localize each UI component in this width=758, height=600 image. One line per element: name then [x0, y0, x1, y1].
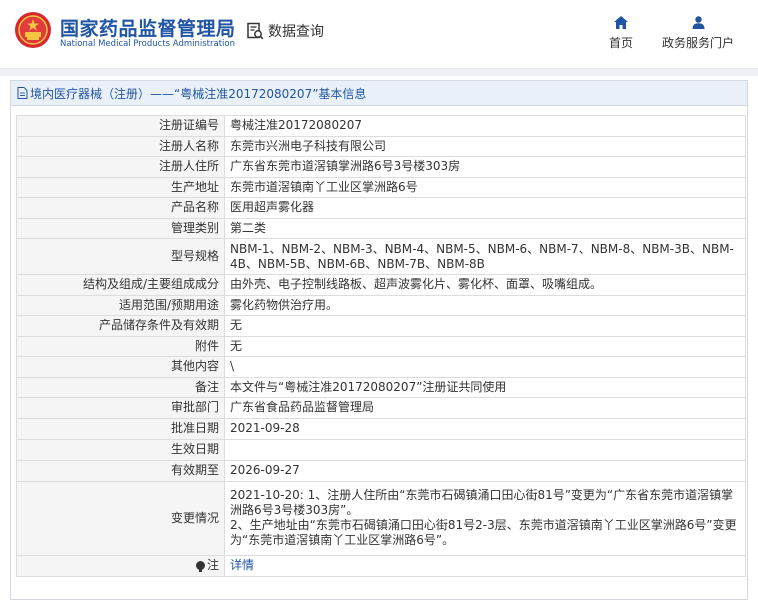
- field-label: 批准日期: [16, 417, 225, 440]
- field-label: 注册人名称: [16, 135, 225, 157]
- table-row: 有效期至 2026-09-27: [16, 459, 746, 482]
- brand-title-en: National Medical Products Administration: [60, 39, 235, 49]
- field-value: 本文件与“粤械注准20172080207”注册证共同使用: [224, 376, 746, 398]
- table-row: 注册人名称 东莞市兴洲电子科技有限公司: [16, 135, 746, 157]
- field-value: 医用超声雾化器: [224, 197, 746, 219]
- info-panel: 境内医疗器械（注册）——“粤械注准20172080207”基本信息 注册证编号 …: [10, 80, 748, 600]
- field-label: 管理类别: [16, 217, 225, 239]
- field-value: 东莞市道滘镇南丫工业区掌洲路6号: [224, 176, 746, 198]
- field-label: 有效期至: [16, 459, 225, 482]
- table-row: 适用范围/预期用途 雾化药物供治疗用。: [16, 294, 746, 316]
- table-row: 审批部门 广东省食品药品监督管理局: [16, 397, 746, 419]
- field-label: 产品储存条件及有效期: [16, 315, 225, 337]
- field-label: 附件: [16, 335, 225, 357]
- field-label: 生效日期: [16, 438, 225, 461]
- field-label: 生产地址: [16, 176, 225, 198]
- bulb-icon: [195, 561, 205, 572]
- field-value: 详情: [224, 554, 746, 577]
- table-row: 生产地址 东莞市道滘镇南丫工业区掌洲路6号: [16, 176, 746, 198]
- field-value: \: [224, 356, 746, 378]
- header-divider: [0, 68, 758, 76]
- table-row: 其他内容 \: [16, 356, 746, 378]
- field-value: 第二类: [224, 217, 746, 239]
- table-row: 结构及组成/主要组成成分 由外壳、电子控制线路板、超声波雾化片、雾化杯、面罩、吸…: [16, 274, 746, 296]
- field-label: 适用范围/预期用途: [16, 294, 225, 316]
- nav-service-portal[interactable]: 政务服务门户: [656, 16, 740, 51]
- field-label: 型号规格: [16, 238, 225, 275]
- table-row: 注册证编号 粤械注准20172080207: [16, 115, 746, 137]
- user-icon: [692, 16, 704, 29]
- brand-title-cn: 国家药品监督管理局: [60, 18, 236, 40]
- field-label: 其他内容: [16, 356, 225, 378]
- data-query-label: 数据查询: [268, 24, 324, 40]
- table-row: 产品名称 医用超声雾化器: [16, 197, 746, 219]
- panel-title-bar: 境内医疗器械（注册）——“粤械注准20172080207”基本信息: [11, 81, 747, 106]
- national-emblem-logo: [15, 12, 51, 48]
- field-value: 2026-09-27: [224, 459, 746, 482]
- field-value: 由外壳、电子控制线路板、超声波雾化片、雾化杯、面罩、吸嘴组成。: [224, 274, 746, 296]
- data-query-link[interactable]: 数据查询: [246, 21, 324, 41]
- document-icon: [17, 87, 28, 99]
- field-label: 审批部门: [16, 397, 225, 419]
- field-value: 无: [224, 335, 746, 357]
- field-label: 变更情况: [16, 480, 225, 556]
- field-value: [224, 438, 746, 461]
- field-value: 2021-09-28: [224, 417, 746, 440]
- nav-service-portal-label: 政务服务门户: [661, 36, 734, 50]
- table-row: 注册人住所 广东省东莞市道滘镇掌洲路6号3号楼303房: [16, 156, 746, 178]
- site-header: 国家药品监督管理局 National Medical Products Admi…: [0, 0, 758, 68]
- field-value: 东莞市兴洲电子科技有限公司: [224, 135, 746, 157]
- field-value: NBM-1、NBM-2、NBM-3、NBM-4、NBM-5、NBM-6、NBM-…: [224, 238, 746, 275]
- field-label: 结构及组成/主要组成成分: [16, 274, 225, 296]
- table-row: 备注 本文件与“粤械注准20172080207”注册证共同使用: [16, 376, 746, 398]
- nav-home[interactable]: 首页: [606, 16, 636, 51]
- note-label: 注: [206, 558, 219, 572]
- field-label: 注: [16, 554, 225, 577]
- table-row: 型号规格 NBM-1、NBM-2、NBM-3、NBM-4、NBM-5、NBM-6…: [16, 238, 746, 275]
- table-row: 生效日期: [16, 438, 746, 461]
- field-value: 广东省食品药品监督管理局: [224, 397, 746, 419]
- field-label: 产品名称: [16, 197, 225, 219]
- table-row: 附件 无: [16, 335, 746, 357]
- panel-title-text: 境内医疗器械（注册）——“粤械注准20172080207”基本信息: [30, 86, 367, 101]
- table-row: 产品储存条件及有效期 无: [16, 315, 746, 337]
- nav-home-label: 首页: [608, 36, 633, 50]
- table-row: 批准日期 2021-09-28: [16, 417, 746, 440]
- field-label: 备注: [16, 376, 225, 398]
- home-icon: [614, 16, 628, 29]
- search-document-icon: [247, 22, 264, 40]
- field-value: 2021-10-20: 1、注册人住所由“东莞市石碣镇涌口田心街81号”变更为“…: [224, 480, 746, 556]
- table-row: 管理类别 第二类: [16, 217, 746, 239]
- details-link[interactable]: 详情: [230, 558, 254, 572]
- field-label: 注册人住所: [16, 156, 225, 178]
- field-value: 无: [224, 315, 746, 337]
- registration-info-table: 注册证编号 粤械注准20172080207 注册人名称 东莞市兴洲电子科技有限公…: [16, 115, 746, 577]
- field-value: 广东省东莞市道滘镇掌洲路6号3号楼303房: [224, 156, 746, 178]
- table-row: 变更情况 2021-10-20: 1、注册人住所由“东莞市石碣镇涌口田心街81号…: [16, 480, 746, 556]
- field-label: 注册证编号: [16, 115, 225, 137]
- table-row: 注 详情: [16, 554, 746, 577]
- field-value: 粤械注准20172080207: [224, 115, 746, 137]
- field-value: 雾化药物供治疗用。: [224, 294, 746, 316]
